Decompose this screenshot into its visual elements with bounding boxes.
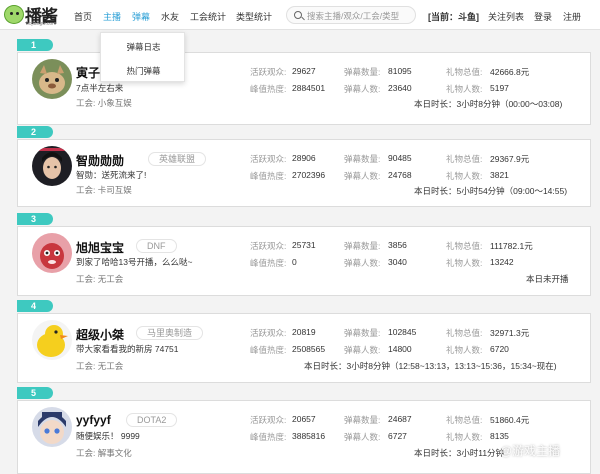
category-tag[interactable]: 马里奥制造 xyxy=(136,326,204,340)
streamer-card[interactable]: yyfyyf DOTA2 随便娱乐！ 9999 工会: 解事文化 活跃观众: 20… xyxy=(17,400,591,474)
active-viewers: 活跃观众: 20819 xyxy=(250,327,316,338)
danmu-people: 弹幕人数: 23640 xyxy=(344,83,412,94)
avatar[interactable] xyxy=(32,233,72,273)
category-tag[interactable]: DOTA2 xyxy=(126,413,178,427)
nav-follow-list[interactable]: 关注列表 xyxy=(488,10,524,23)
peak-heat: 峰值热度: 2702396 xyxy=(250,170,326,181)
gift-total: 礼物总值: 42666.8元 xyxy=(446,67,530,77)
stream-title: 随便娱乐！ 9999 xyxy=(76,431,140,441)
streamer-card[interactable]: 超级小桀 马里奥制造 带大家看看我的新房 74751 工会: 无工会 活跃观众:… xyxy=(17,313,591,383)
guild-info: 工会: 无工会 xyxy=(76,361,124,371)
streamer-name[interactable]: 旭旭宝宝 xyxy=(76,239,124,256)
danmu-people: 弹幕人数: 6727 xyxy=(344,431,407,442)
live-duration: 本日时长：3小时11分钟 xyxy=(414,448,505,458)
peak-heat: 峰值热度: 3885816 xyxy=(250,431,326,442)
nav-register[interactable]: 注册 xyxy=(563,10,581,23)
category-tag[interactable]: DNF xyxy=(136,239,177,253)
peak-heat: 峰值热度: 2508565 xyxy=(250,344,326,355)
danmu-count: 弹幕数量: 24687 xyxy=(344,414,412,425)
watermark: @游戏主播 xyxy=(500,444,561,458)
streamer-name[interactable]: 超级小桀 xyxy=(76,326,124,343)
category-tag[interactable]: 英雄联盟 xyxy=(148,152,207,166)
danmu-people: 弹幕人数: 14800 xyxy=(344,344,412,355)
peak-heat: 峰值热度: 2884501 xyxy=(250,83,326,94)
logo-subtitle: bojiangw.com xyxy=(26,21,57,27)
nav-guild-stats[interactable]: 工会统计 xyxy=(190,10,226,23)
nav-home[interactable]: 首页 xyxy=(74,10,92,23)
danmu-dropdown-menu: 弹幕日志 热门弹幕 xyxy=(100,32,185,82)
rank-badge: 3 xyxy=(17,213,53,225)
search-icon xyxy=(294,11,302,19)
gift-people: 礼物人数: 13242 xyxy=(446,257,514,268)
rank-badge: 1 xyxy=(17,39,53,51)
danmu-count: 弹幕数量: 90485 xyxy=(344,153,412,164)
gift-total: 礼物总值: 29367.9元 xyxy=(446,154,530,164)
streamer-name[interactable]: 寅子 xyxy=(76,64,100,81)
mascot-icon xyxy=(4,5,24,24)
gift-people: 礼物人数: 3821 xyxy=(446,170,509,181)
nav-streamers[interactable]: 主播 xyxy=(103,10,121,23)
gift-people: 礼物人数: 8135 xyxy=(446,431,509,442)
gift-total: 礼物总值: 51860.4元 xyxy=(446,415,530,425)
danmu-people: 弹幕人数: 3040 xyxy=(344,257,407,268)
guild-info: 工会: 卡司互娱 xyxy=(76,185,132,195)
active-viewers: 活跃观众: 28906 xyxy=(250,153,316,164)
live-duration: 本日未开播 xyxy=(526,274,569,284)
danmu-people: 弹幕人数: 24768 xyxy=(344,170,412,181)
search-input[interactable]: 搜索主播/观众/工会/类型 xyxy=(286,6,416,24)
active-viewers: 活跃观众: 20657 xyxy=(250,414,316,425)
guild-info: 工会: 解事文化 xyxy=(76,448,132,458)
active-viewers: 活跃观众: 29627 xyxy=(250,66,316,77)
search-placeholder: 搜索主播/观众/工会/类型 xyxy=(307,11,400,21)
live-duration: 本日时长：3小时8分钟（00:00～03:08) xyxy=(414,99,563,109)
site-logo[interactable]: 播酱 bojiangw.com xyxy=(3,2,61,28)
stream-title: 带大家看看我的新房 74751 xyxy=(76,344,179,354)
streamer-name[interactable]: 智勋勋勋 xyxy=(76,152,124,169)
nav-fans[interactable]: 水友 xyxy=(161,10,179,23)
stream-title: 智勋：送死流来了! xyxy=(76,170,147,180)
nav-danmu[interactable]: 弹幕 xyxy=(132,10,150,23)
active-viewers: 活跃观众: 25731 xyxy=(250,240,316,251)
streamer-card[interactable]: 智勋勋勋 英雄联盟 智勋：送死流来了! 工会: 卡司互娱 活跃观众: 28906 … xyxy=(17,139,591,207)
avatar[interactable] xyxy=(32,320,72,360)
avatar[interactable] xyxy=(32,59,72,99)
streamer-name[interactable]: yyfyyf xyxy=(76,413,111,427)
danmu-count: 弹幕数量: 81095 xyxy=(344,66,412,77)
current-platform: [当前：斗鱼] xyxy=(428,12,479,22)
peak-heat: 峰值热度: 0 xyxy=(250,257,297,268)
gift-total: 礼物总值: 32971.3元 xyxy=(446,328,530,338)
gift-people: 礼物人数: 5197 xyxy=(446,83,509,94)
gift-total: 礼物总值: 111782.1元 xyxy=(446,241,533,251)
avatar[interactable] xyxy=(32,146,72,186)
nav-login[interactable]: 登录 xyxy=(534,10,552,23)
guild-info: 工会: 无工会 xyxy=(76,274,124,284)
gift-people: 礼物人数: 6720 xyxy=(446,344,509,355)
avatar[interactable] xyxy=(32,407,72,447)
live-duration: 本日时长：5小时54分钟（09:00～14:55) xyxy=(414,186,568,196)
rank-badge: 5 xyxy=(17,387,53,399)
live-duration: 本日时长：3小时8分钟（12:58~13:13，13:13~15:36，15:3… xyxy=(304,361,557,371)
danmu-count: 弹幕数量: 3856 xyxy=(344,240,407,251)
nav-type-stats[interactable]: 类型统计 xyxy=(236,10,272,23)
menu-item-danmu-log[interactable]: 弹幕日志 xyxy=(101,41,186,53)
rank-badge: 4 xyxy=(17,300,53,312)
danmu-count: 弹幕数量: 102845 xyxy=(344,327,417,338)
guild-info: 工会: 小象互娱 xyxy=(76,98,132,108)
stream-title: 7点半左右来 xyxy=(76,83,124,93)
menu-item-hot-danmu[interactable]: 热门弹幕 xyxy=(101,65,186,77)
top-nav: 播酱 bojiangw.com 首页 主播 弹幕 水友 工会统计 类型统计 搜索… xyxy=(0,0,600,30)
streamer-card[interactable]: 旭旭宝宝 DNF 到家了哈哈13号开播，么么哒~ 工会: 无工会 活跃观众: 25… xyxy=(17,226,591,296)
rank-badge: 2 xyxy=(17,126,53,138)
stream-title: 到家了哈哈13号开播，么么哒~ xyxy=(76,257,193,267)
